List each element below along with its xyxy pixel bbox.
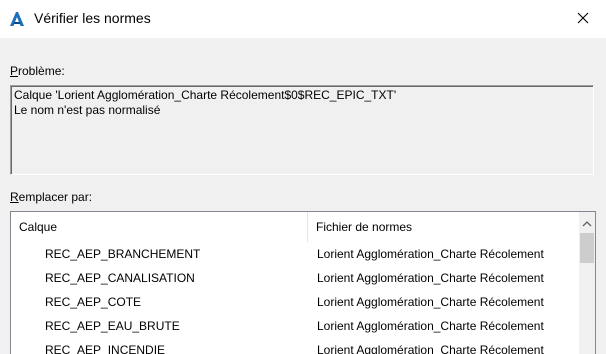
- problem-label-text: roblème:: [18, 64, 65, 78]
- replacement-list[interactable]: Calque Fichier de normes REC_AEP_BRANCHE…: [10, 211, 596, 354]
- list-item[interactable]: REC_AEP_INCENDIE Lorient Agglomération_C…: [11, 338, 581, 354]
- problem-label-mnemonic: P: [10, 64, 19, 78]
- column-header-calque[interactable]: Calque: [11, 212, 308, 242]
- list-header: Calque Fichier de normes: [11, 212, 581, 242]
- chevron-up-icon: [582, 215, 592, 230]
- window-title: Vérifier les normes: [34, 10, 151, 26]
- standards-file: Lorient Agglomération_Charte Récolement: [317, 319, 544, 333]
- standards-file: Lorient Agglomération_Charte Récolement: [317, 247, 544, 261]
- problem-line-2: Le nom n'est pas normalisé: [14, 103, 161, 117]
- close-icon: [577, 12, 589, 27]
- replace-label-mnemonic: R: [10, 190, 19, 204]
- problem-line-1: Calque 'Lorient Agglomération_Charte Réc…: [14, 88, 397, 102]
- standards-file: Lorient Agglomération_Charte Récolement: [317, 295, 544, 309]
- title-bar: Vérifier les normes: [0, 0, 606, 38]
- standards-file: Lorient Agglomération_Charte Récolement: [317, 271, 544, 285]
- replace-label: Remplacer par:: [10, 190, 92, 204]
- close-button[interactable]: [560, 0, 606, 38]
- layer-name: REC_AEP_COTE: [45, 295, 142, 309]
- problem-label: Problème:: [10, 64, 65, 78]
- list-item[interactable]: REC_AEP_CANALISATION Lorient Agglomérati…: [11, 266, 581, 290]
- scrollbar-thumb[interactable]: [580, 233, 594, 263]
- autocad-a-icon: [9, 11, 25, 27]
- replace-label-text: emplacer par:: [18, 190, 93, 204]
- scroll-up-button[interactable]: [579, 212, 595, 232]
- list-item[interactable]: REC_AEP_BRANCHEMENT Lorient Agglomératio…: [11, 242, 581, 266]
- list-item[interactable]: REC_AEP_COTE Lorient Agglomération_Chart…: [11, 290, 581, 314]
- layer-name: REC_AEP_BRANCHEMENT: [45, 247, 201, 261]
- layer-name: REC_AEP_INCENDIE: [45, 343, 166, 354]
- vertical-scrollbar[interactable]: [579, 212, 595, 354]
- list-rows: REC_AEP_BRANCHEMENT Lorient Agglomératio…: [11, 242, 581, 354]
- layer-name: REC_AEP_EAU_BRUTE: [45, 319, 180, 333]
- list-item[interactable]: REC_AEP_EAU_BRUTE Lorient Agglomération_…: [11, 314, 581, 338]
- problem-description-box: Calque 'Lorient Agglomération_Charte Réc…: [10, 85, 594, 175]
- column-header-fichier-de-normes[interactable]: Fichier de normes: [308, 212, 581, 242]
- layer-name: REC_AEP_CANALISATION: [45, 271, 195, 285]
- standards-file: Lorient Agglomération_Charte Récolement: [317, 343, 544, 354]
